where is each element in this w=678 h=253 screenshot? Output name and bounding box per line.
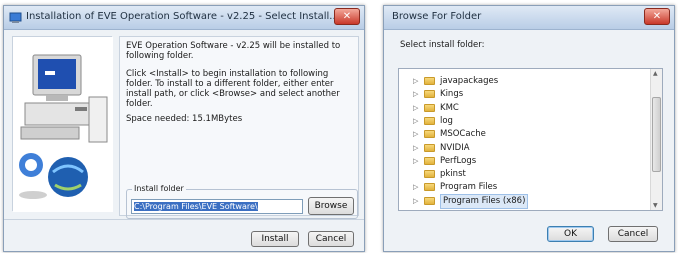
installer-window: Installation of EVE Operation Software -… <box>3 5 365 252</box>
cancel-button[interactable]: Cancel <box>308 231 354 247</box>
folder-icon <box>424 143 435 152</box>
folder-icon <box>424 170 435 179</box>
expand-arrow-icon[interactable]: ▷ <box>413 75 418 88</box>
folder-icon <box>424 183 435 192</box>
install-button[interactable]: Install <box>251 231 299 247</box>
folder-label: Program Files (x86) <box>440 193 529 209</box>
close-icon[interactable]: ✕ <box>644 8 670 25</box>
expand-arrow-icon[interactable]: ▷ <box>413 128 418 141</box>
browse-title: Browse For Folder <box>392 11 482 22</box>
expand-arrow-icon[interactable]: ▷ <box>413 155 418 168</box>
install-folder-label: Install folder <box>132 184 186 193</box>
folder-icon <box>424 196 435 205</box>
scroll-up-icon[interactable]: ▲ <box>653 70 658 77</box>
folder-label: javapackages <box>440 76 499 86</box>
scroll-down-icon[interactable]: ▼ <box>653 202 658 209</box>
expand-arrow-icon[interactable]: ▷ <box>413 181 418 194</box>
space-needed-text: Space needed: 15.1MBytes <box>126 114 243 124</box>
browse-folder-window: Browse For Folder ✕ Select install folde… <box>383 5 675 252</box>
installer-title: Installation of EVE Operation Software -… <box>26 11 339 22</box>
install-instructions-text: Click <Install> to begin installation to… <box>126 69 340 109</box>
folder-label: Program Files <box>440 182 498 193</box>
close-icon[interactable]: ✕ <box>334 8 360 25</box>
folder-label: MSOCache <box>440 129 486 140</box>
installer-side-artwork <box>12 36 113 212</box>
browse-titlebar[interactable]: Browse For Folder ✕ <box>384 6 674 30</box>
folder-icon <box>424 90 435 99</box>
expand-arrow-icon[interactable]: ▷ <box>413 195 418 208</box>
folder-tree[interactable]: ▷ javapackages ▷ Kings ▷ KMC ▷ log ▷ MSOCache ▷ NVI… <box>398 68 663 211</box>
folder-icon <box>424 116 435 125</box>
install-path-input[interactable]: C:\Program Files\EVE Software\ <box>131 199 303 214</box>
folder-icon <box>424 77 435 85</box>
installer-titlebar[interactable]: Installation of EVE Operation Software -… <box>4 6 364 30</box>
scrollbar-thumb[interactable] <box>652 97 661 172</box>
tree-scrollbar[interactable]: ▲ ▼ <box>650 69 662 210</box>
install-path-value: C:\Program Files\EVE Software\ <box>134 202 258 211</box>
folder-label: PerfLogs <box>440 155 477 166</box>
install-destination-text: EVE Operation Software - v2.25 will be i… <box>126 41 341 61</box>
folder-icon <box>424 130 435 139</box>
expand-arrow-icon[interactable]: ▷ <box>413 115 418 128</box>
folder-icon <box>424 103 435 112</box>
expand-arrow-icon[interactable]: ▷ <box>413 88 418 101</box>
browse-cancel-button[interactable]: Cancel <box>608 226 658 242</box>
folder-label: pkinst <box>440 169 466 180</box>
computer-illustration-icon <box>13 37 113 212</box>
browse-prompt: Select install folder: <box>400 40 485 50</box>
expand-arrow-icon[interactable]: ▷ <box>413 102 418 115</box>
ok-button[interactable]: OK <box>547 226 594 242</box>
folder-label: Kings <box>440 89 464 100</box>
folder-label: NVIDIA <box>440 142 470 153</box>
expand-arrow-icon[interactable]: ▷ <box>413 142 418 155</box>
installer-app-icon <box>9 12 22 23</box>
folder-label: log <box>440 115 453 126</box>
browse-button[interactable]: Browse <box>308 197 354 215</box>
folder-icon <box>424 156 435 165</box>
folder-label: KMC <box>440 102 459 113</box>
